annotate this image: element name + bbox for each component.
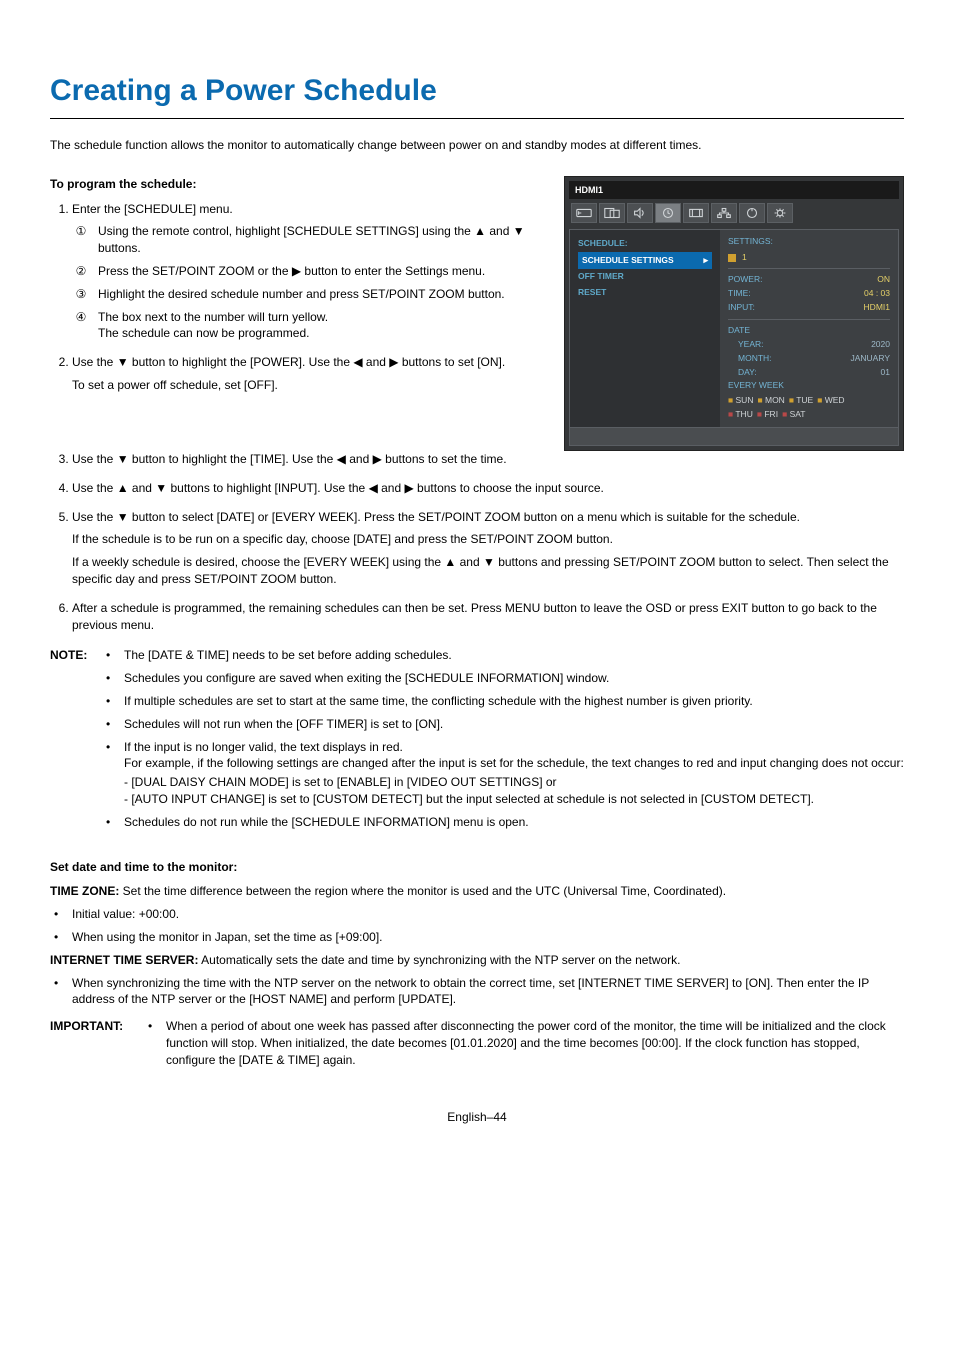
datetime-heading: Set date and time to the monitor: <box>50 859 904 876</box>
page-footer: English–44 <box>50 1109 904 1126</box>
osd-footer <box>569 428 899 446</box>
circled-three-icon: ③ <box>72 286 90 303</box>
osd-schedule-number-box <box>728 254 736 262</box>
step-4: Use the ▲ and ▼ buttons to highlight [IN… <box>72 480 904 497</box>
osd-weekday-row: ■ SUN ■ MON ■ TUE ■ WED <box>728 395 890 407</box>
osd-power-value: ON <box>877 274 890 286</box>
osd-time-value: 04 : 03 <box>864 288 890 300</box>
step-5: Use the ▼ button to select [DATE] or [EV… <box>72 509 904 588</box>
osd-schedule-number: 1 <box>742 252 747 264</box>
its-line: INTERNET TIME SERVER: Automatically sets… <box>50 952 904 969</box>
osd-month-label: MONTH: <box>738 353 772 365</box>
osd-menu-heading: SCHEDULE: <box>578 236 712 252</box>
osd-weekday-row-2: ■ THU ■ FRI ■ SAT <box>728 409 890 421</box>
note-6: Schedules do not run while the [SCHEDULE… <box>106 814 904 831</box>
note-4: Schedules will not run when the [OFF TIM… <box>106 716 904 733</box>
timezone-label: TIME ZONE: <box>50 884 119 898</box>
timezone-line: TIME ZONE: Set the time difference betwe… <box>50 883 904 900</box>
osd-date-label: DATE <box>728 325 750 337</box>
circled-four-icon: ④ <box>72 309 90 343</box>
osd-input-title: HDMI1 <box>569 181 899 200</box>
step-1: Enter the [SCHEDULE] menu. ①Using the re… <box>72 201 550 343</box>
osd-tab-picture-icon <box>599 203 625 223</box>
its-bullet-1: When synchronizing the time with the NTP… <box>54 975 904 1009</box>
osd-tab-slot-icon <box>683 203 709 223</box>
osd-menu-reset: RESET <box>578 285 712 301</box>
step-1-text: Enter the [SCHEDULE] menu. <box>72 202 233 216</box>
its-label: INTERNET TIME SERVER: <box>50 953 198 967</box>
step-3: Use the ▼ button to highlight the [TIME]… <box>72 451 904 468</box>
page-title: Creating a Power Schedule <box>50 70 904 119</box>
note-1: The [DATE & TIME] needs to be set before… <box>106 647 904 664</box>
osd-menu-schedule-settings: SCHEDULE SETTINGS▸ <box>578 252 712 269</box>
program-schedule-heading: To program the schedule: <box>50 176 550 193</box>
note-label: NOTE: <box>50 647 98 836</box>
osd-selection-arrow-icon: ▸ <box>703 254 708 267</box>
intro-text: The schedule function allows the monitor… <box>50 137 904 154</box>
osd-tab-input-icon <box>571 203 597 223</box>
osd-menu-off-timer: OFF TIMER <box>578 269 712 285</box>
osd-tab-schedule-icon <box>655 203 681 223</box>
circled-two-icon: ② <box>72 263 90 280</box>
osd-settings-label: SETTINGS: <box>728 236 773 248</box>
important-label: IMPORTANT: <box>50 1018 140 1068</box>
note-3: If multiple schedules are set to start a… <box>106 693 904 710</box>
osd-screenshot: HDMI1 SCHEDULE: SCHEDULE SETTINGS▸ OFF T… <box>564 176 904 451</box>
osd-day-label: DAY: <box>738 367 757 379</box>
osd-input-label: INPUT: <box>728 302 755 314</box>
osd-month-value: JANUARY <box>850 353 890 365</box>
osd-year-value: 2020 <box>871 339 890 351</box>
step-2: Use the ▼ button to highlight the [POWER… <box>72 354 550 394</box>
osd-time-label: TIME: <box>728 288 751 300</box>
timezone-bullet-1: Initial value: +00:00. <box>54 906 904 923</box>
osd-tab-audio-icon <box>627 203 653 223</box>
important-body: When a period of about one week has pass… <box>166 1018 904 1068</box>
note-5: If the input is no longer valid, the tex… <box>106 739 904 808</box>
osd-year-label: YEAR: <box>738 339 764 351</box>
step-1-substep-4: ④The box next to the number will turn ye… <box>72 309 550 343</box>
osd-power-label: POWER: <box>728 274 762 286</box>
note-2: Schedules you configure are saved when e… <box>106 670 904 687</box>
timezone-bullet-2: When using the monitor in Japan, set the… <box>54 929 904 946</box>
step-6: After a schedule is programmed, the rema… <box>72 600 904 634</box>
osd-tab-protect-icon <box>739 203 765 223</box>
osd-day-value: 01 <box>881 367 890 379</box>
step-1-substep-2: ②Press the SET/POINT ZOOM or the ▶ butto… <box>72 263 550 280</box>
osd-tab-system-icon <box>767 203 793 223</box>
osd-tab-network-icon <box>711 203 737 223</box>
osd-input-value: HDMI1 <box>864 302 890 314</box>
circled-one-icon: ① <box>72 223 90 257</box>
step-1-substep-3: ③Highlight the desired schedule number a… <box>72 286 550 303</box>
osd-everyweek-label: EVERY WEEK <box>728 380 784 392</box>
step-1-substep-1: ①Using the remote control, highlight [SC… <box>72 223 550 257</box>
